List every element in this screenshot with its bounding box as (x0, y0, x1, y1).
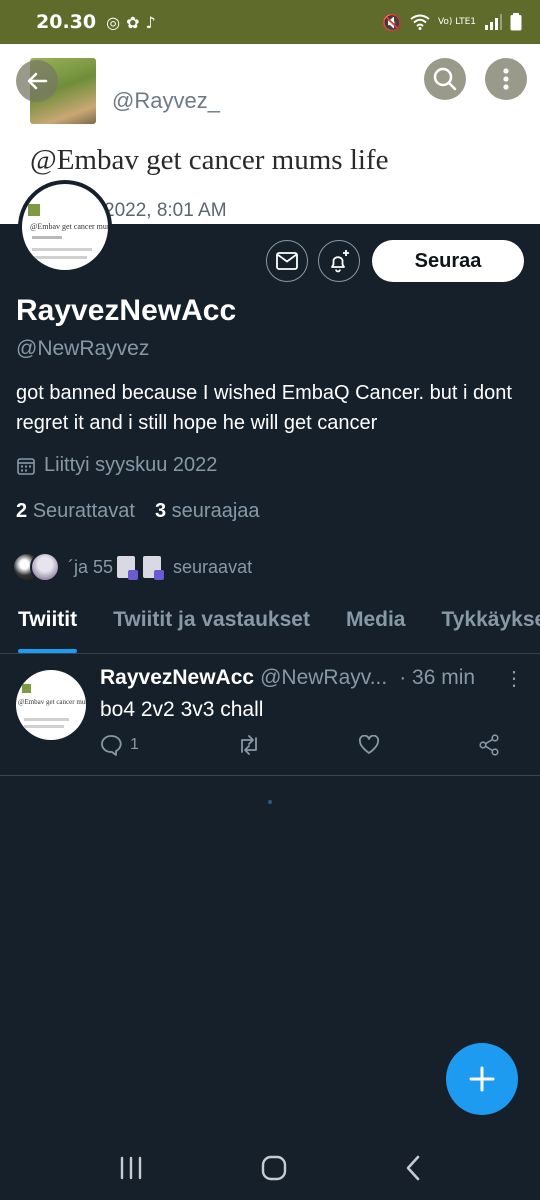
message-button[interactable] (266, 240, 308, 282)
mute-icon: 🔇 (382, 12, 402, 32)
status-time: 20.30 (36, 11, 97, 33)
retweet-icon (240, 735, 257, 755)
follower-avatar (30, 552, 60, 582)
tweet-avatar[interactable]: @Embav get cancer mums life (16, 670, 86, 740)
calendar-icon (17, 457, 35, 475)
tweet-item[interactable]: @Embav get cancer mums life RayvezNewAcc… (0, 654, 540, 776)
home-button[interactable] (261, 1155, 287, 1185)
followers-count: 3 (154, 500, 167, 522)
bell-plus-icon (331, 250, 349, 273)
profile-avatar[interactable]: @Embav get cancer mums life (18, 180, 112, 274)
like-button[interactable] (358, 734, 380, 756)
vertical-dots-icon (503, 68, 509, 90)
wifi-icon (410, 14, 430, 30)
profile-bio: got banned because I wished EmbaQ Cancer… (16, 382, 512, 434)
reply-count: 1 (130, 736, 139, 753)
follow-button[interactable]: Seuraa (372, 240, 524, 282)
mini-tweet-line (24, 718, 69, 721)
tweet-actions: 1 (100, 734, 500, 756)
followed-by-row[interactable]: ´ja 55 seuraavat (12, 552, 252, 582)
banner-emoji: 😋 (112, 54, 140, 84)
profile-display-name: RayvezNewAcc (16, 294, 237, 327)
arrow-left-icon (27, 72, 48, 90)
reply-icon (101, 735, 122, 756)
mini-tweet-line (32, 248, 92, 251)
battery-icon (510, 13, 522, 31)
followed-by-suffix: seuraavat (173, 556, 253, 577)
profile-tabs: Twiitit Twiitit ja vastaukset Media Tykk… (0, 600, 540, 654)
search-icon (433, 67, 457, 91)
follow-counts: 2 Seurattavat 3 seuraajaa (16, 500, 260, 523)
followers-label: seuraajaa (171, 500, 260, 522)
share-icon (479, 734, 499, 756)
following-count: 2 (16, 500, 28, 522)
profile-username: @NewRayvez (16, 337, 150, 360)
mini-tweet-line (24, 725, 64, 728)
followers-link[interactable]: 3 seuraajaa (155, 500, 260, 523)
tweet-more-icon[interactable]: ⋮ (504, 666, 524, 691)
tab-media[interactable]: Media (328, 600, 424, 653)
tab-likes[interactable]: Tykkäykset (423, 600, 540, 653)
joined-text: Liittyi syyskuu 2022 (44, 454, 218, 476)
tab-tweets-and-replies[interactable]: Twiitit ja vastaukset (95, 600, 328, 653)
retweet-button[interactable] (237, 734, 261, 756)
share-button[interactable] (478, 734, 500, 756)
more-options-button[interactable] (485, 58, 527, 100)
status-right-icons: 🔇 Vo) LTE1 (382, 13, 522, 32)
mini-tweet-text: @Embav get cancer mums life (18, 698, 86, 706)
banner-tweet-date: 2022, 8:01 AM (104, 200, 227, 221)
tab-tweets[interactable]: Twiitit (0, 600, 95, 653)
tweet-author-handle: @NewRayv... (260, 666, 388, 689)
mini-avatar (28, 204, 40, 216)
home-icon (261, 1155, 287, 1181)
plus-icon (469, 1066, 495, 1092)
mini-tweet-line (32, 256, 87, 259)
tweet-text: bo4 2v2 3v3 chall (100, 698, 264, 721)
recent-apps-button[interactable] (118, 1156, 144, 1184)
back-button[interactable] (16, 60, 58, 102)
recent-apps-icon (121, 1156, 142, 1180)
document-emoji-icon (143, 556, 165, 580)
settings-cog-icon: ✿ (126, 12, 140, 32)
document-emoji-icon (117, 556, 139, 580)
mini-tweet-line (32, 236, 62, 239)
search-button[interactable] (424, 58, 466, 100)
signal-icon (485, 14, 502, 30)
mini-avatar (22, 684, 31, 693)
reply-button[interactable]: 1 (100, 734, 139, 756)
banner-tweet-text: @Embav get cancer mums life (30, 144, 389, 176)
tweet-header: RayvezNewAcc @NewRayv... · 36 min (100, 666, 475, 690)
sync-icon: ◎ (106, 12, 121, 32)
following-label: Seurattavat (32, 500, 135, 522)
tweet-author-name: RayvezNewAcc (100, 666, 255, 689)
tweet-time: · 36 min (399, 666, 476, 689)
heart-icon (359, 735, 380, 754)
back-nav-button[interactable] (404, 1155, 422, 1185)
chevron-left-icon (406, 1155, 419, 1181)
status-bar: 20.30 ◎ ✿ ♪ 🔇 Vo) LTE1 (0, 0, 540, 44)
network-label: Vo) LTE1 (437, 16, 476, 27)
mail-icon (276, 252, 298, 270)
following-link[interactable]: 2 Seurattavat (16, 500, 135, 523)
banner-handle: @Rayvez_ (112, 88, 220, 113)
followed-by-text: ´ja 55 (68, 556, 114, 577)
loading-indicator (268, 800, 272, 804)
joined-date: Liittyi syyskuu 2022 (16, 454, 217, 477)
compose-tweet-button[interactable] (446, 1043, 518, 1115)
system-navigation-bar (0, 1140, 540, 1200)
notify-button[interactable] (318, 240, 360, 282)
mini-tweet-text: @Embav get cancer mums life (30, 222, 108, 231)
tiktok-icon: ♪ (145, 12, 156, 32)
status-left-icons: ◎ ✿ ♪ (106, 13, 156, 32)
